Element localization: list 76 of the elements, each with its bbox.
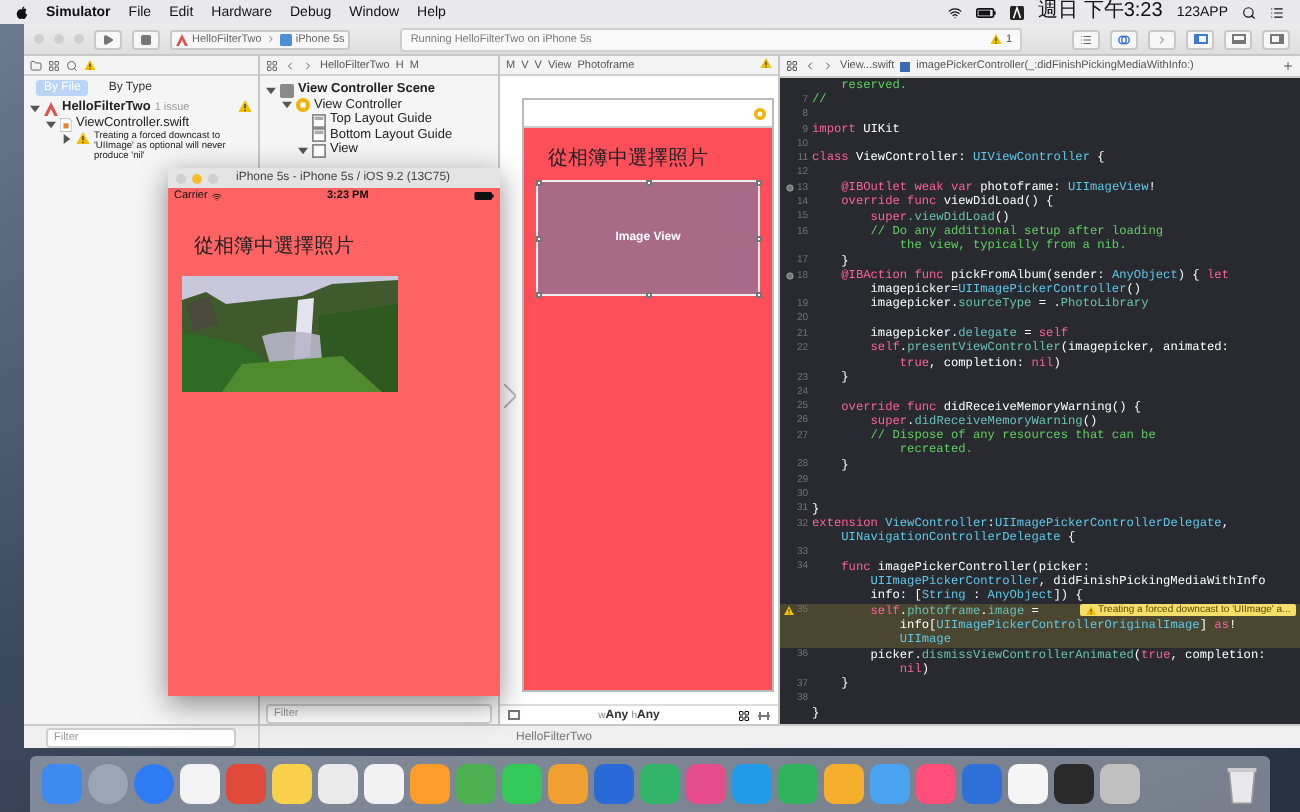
- folder-icon[interactable]: [30, 59, 42, 71]
- assistant-editor-button[interactable]: [1110, 29, 1138, 49]
- battery-icon: [473, 192, 494, 200]
- outline-toggle-icon[interactable]: [508, 710, 520, 720]
- wifi-icon: [211, 191, 222, 201]
- rings-icon: [1118, 33, 1130, 45]
- back-icon[interactable]: [284, 59, 296, 71]
- input-source-icon[interactable]: [1010, 5, 1025, 19]
- resize-handle[interactable]: [755, 291, 761, 297]
- project-icon: [176, 33, 188, 45]
- resize-handle[interactable]: [535, 291, 541, 297]
- device-icon: [279, 33, 292, 45]
- resize-handle[interactable]: [535, 179, 541, 185]
- title-label: 從相簿中選擇照片: [192, 233, 356, 260]
- app-icon[interactable]: [1008, 764, 1048, 804]
- swift-file-icon: [60, 117, 72, 132]
- outlet-connection-icon[interactable]: [786, 183, 795, 192]
- view-icon: [312, 143, 326, 157]
- stop-icon: [140, 33, 152, 45]
- controller-icon[interactable]: [754, 107, 766, 119]
- run-button[interactable]: [94, 29, 122, 49]
- right-panel-icon: [1269, 34, 1283, 44]
- app-icon[interactable]: [1100, 764, 1140, 804]
- standard-editor-button[interactable]: [1072, 29, 1100, 49]
- app-icon[interactable]: [180, 764, 220, 804]
- symbol-icon[interactable]: [48, 59, 60, 71]
- resize-handle[interactable]: [755, 179, 761, 185]
- play-icon: [102, 33, 114, 45]
- grid-icon[interactable]: [266, 59, 278, 71]
- controller-icon: [296, 98, 310, 112]
- app-icon[interactable]: [364, 764, 404, 804]
- app-icon[interactable]: [272, 764, 312, 804]
- scene-icon: [280, 83, 294, 97]
- disclosure-triangle-icon[interactable]: [298, 145, 308, 155]
- search-icon[interactable]: [1242, 5, 1256, 19]
- bottom-panel-icon: [1231, 34, 1245, 44]
- debug-toggle[interactable]: [1224, 29, 1252, 49]
- trash-icon[interactable]: [1226, 764, 1258, 804]
- utilities-toggle[interactable]: [1262, 29, 1290, 49]
- left-panel-icon: [1193, 34, 1207, 44]
- outlet-connection-icon[interactable]: [786, 271, 795, 279]
- resize-handle[interactable]: [535, 235, 541, 241]
- resize-handle[interactable]: [755, 235, 761, 241]
- project-icon: [44, 101, 58, 115]
- apple-icon[interactable]: [16, 5, 28, 19]
- app-icon[interactable]: [1054, 764, 1094, 804]
- disclosure-triangle-icon[interactable]: [46, 119, 56, 130]
- stop-button[interactable]: [132, 29, 160, 49]
- grid-icon[interactable]: [786, 60, 798, 72]
- add-icon[interactable]: [1282, 60, 1294, 72]
- method-icon: [900, 61, 911, 71]
- resize-handle[interactable]: [645, 179, 651, 185]
- resize-handle[interactable]: [645, 291, 651, 297]
- disclosure-triangle-icon[interactable]: [282, 100, 292, 110]
- title-label[interactable]: 從相簿中選擇照片: [536, 144, 760, 172]
- wifi-icon[interactable]: [948, 5, 963, 19]
- lines-icon: [1080, 33, 1092, 45]
- warning-icon: [76, 131, 90, 145]
- warning-icon: [1086, 606, 1096, 616]
- disclosure-triangle-icon[interactable]: [30, 103, 40, 113]
- disclosure-triangle-icon[interactable]: [266, 85, 276, 95]
- warning-icon: [84, 59, 96, 71]
- battery-icon[interactable]: [976, 7, 997, 17]
- disclosure-triangle-icon[interactable]: [62, 134, 72, 145]
- list-icon[interactable]: [1270, 5, 1284, 19]
- forward-icon[interactable]: [822, 60, 834, 72]
- app-icon[interactable]: [824, 764, 864, 804]
- menu-clock[interactable]: 週日 下午3:23: [1038, 0, 1163, 24]
- warning-icon: [760, 57, 772, 69]
- navigator-toggle[interactable]: [1186, 29, 1214, 49]
- warning-icon: [238, 100, 252, 113]
- forward-icon[interactable]: [302, 59, 314, 71]
- back-icon[interactable]: [804, 60, 816, 72]
- app-icon[interactable]: [318, 764, 358, 804]
- chevron-icon: [265, 34, 276, 44]
- warning-icon: [989, 33, 1002, 45]
